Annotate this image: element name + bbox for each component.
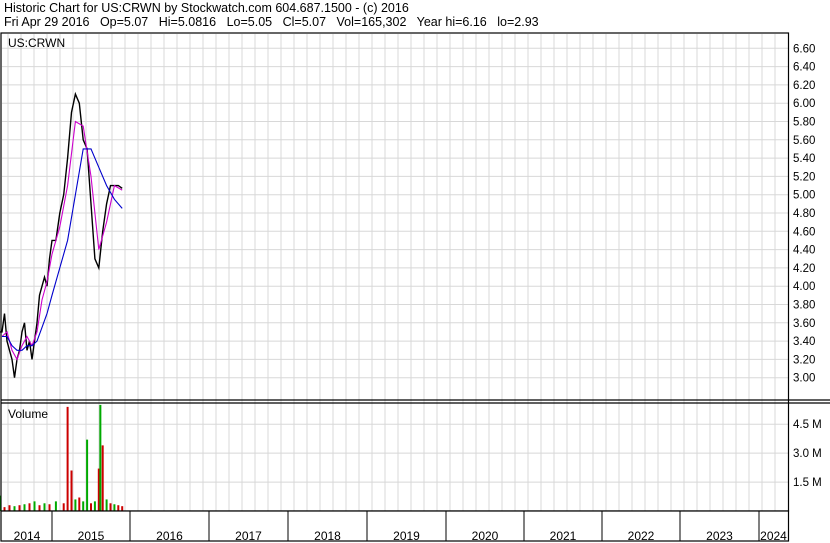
price-tick-label: 6.40 bbox=[793, 62, 815, 74]
series-ma-short bbox=[1, 120, 123, 361]
price-tick-label: 3.40 bbox=[793, 336, 815, 348]
price-tick-label: 5.80 bbox=[793, 117, 815, 129]
year-label: 2024 bbox=[760, 529, 787, 543]
price-tick-label: 4.80 bbox=[793, 208, 815, 220]
price-tick-label: 6.20 bbox=[793, 80, 815, 92]
stock-chart-window: Historic Chart for US:CRWN by Stockwatch… bbox=[0, 0, 830, 543]
price-panel-title: US:CRWN bbox=[8, 36, 65, 50]
price-tick-label: 3.80 bbox=[793, 300, 815, 312]
price-tick-label: 6.00 bbox=[793, 98, 815, 110]
series-price bbox=[0, 91, 123, 378]
year-label: 2023 bbox=[706, 529, 733, 543]
year-label: 2016 bbox=[156, 529, 183, 543]
volume-tick-label: 3.0 M bbox=[793, 448, 822, 460]
year-label: 2017 bbox=[235, 529, 262, 543]
price-tick-label: 5.00 bbox=[793, 190, 815, 202]
chart-canvas: 6.60 6.40 6.20 6.00 5.80 5.60 5.40 5.20 5.00 4.80… bbox=[0, 32, 830, 543]
price-tick-label: 5.20 bbox=[793, 171, 815, 183]
price-tick-label: 4.60 bbox=[793, 226, 815, 238]
price-tick-label: 5.40 bbox=[793, 153, 815, 165]
price-tick-label: 4.00 bbox=[793, 281, 815, 293]
price-tick-label: 5.60 bbox=[793, 135, 815, 147]
price-tick-label: 3.00 bbox=[793, 373, 815, 385]
price-tick-label: 4.40 bbox=[793, 245, 815, 257]
year-label: 2019 bbox=[393, 529, 420, 543]
volume-panel-title: Volume bbox=[8, 407, 48, 421]
year-label: 2015 bbox=[78, 529, 105, 543]
price-tick-label: 3.60 bbox=[793, 318, 815, 330]
year-label: 2018 bbox=[314, 529, 341, 543]
price-tick-label: 4.20 bbox=[793, 263, 815, 275]
volume-tick-label: 4.5 M bbox=[793, 419, 822, 431]
year-label: 2021 bbox=[550, 529, 577, 543]
price-tick-label: 3.20 bbox=[793, 354, 815, 366]
price-tick-label: 6.60 bbox=[793, 43, 815, 55]
year-label: 2020 bbox=[472, 529, 499, 543]
plot-frame bbox=[0, 32, 790, 512]
volume-tick-label: 1.5 M bbox=[793, 477, 822, 489]
year-label: 2014 bbox=[14, 529, 41, 543]
year-label: 2022 bbox=[628, 529, 655, 543]
